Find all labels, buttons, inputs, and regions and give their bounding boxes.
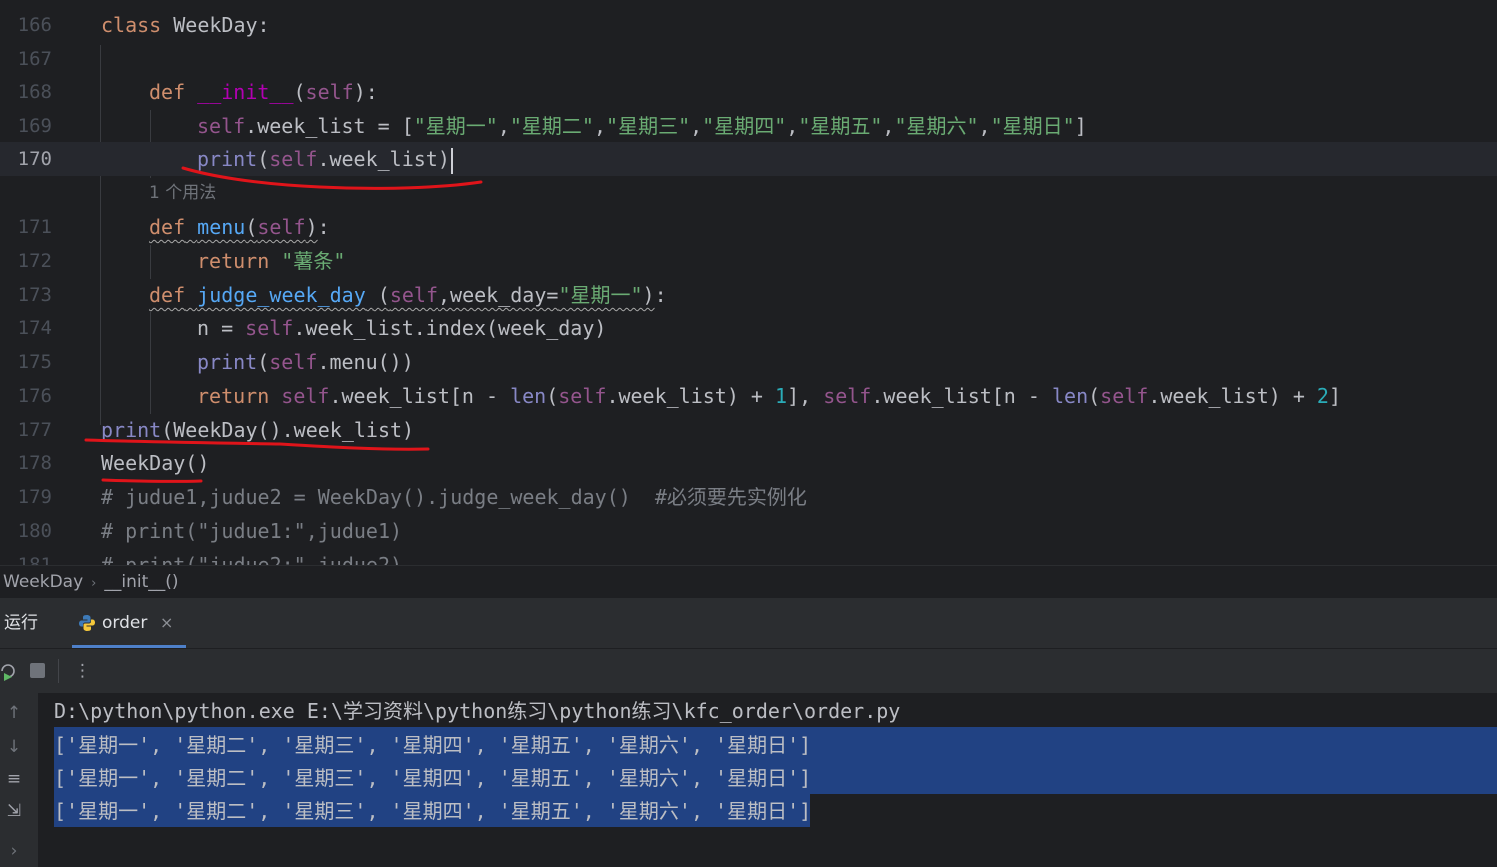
breadcrumb: WeekDay › __init__() [0, 565, 1497, 598]
line-number: 171 [17, 216, 52, 238]
code-line[interactable]: 175 print(self.menu()) [0, 345, 1497, 379]
code-line[interactable]: 172 return "薯条" [0, 244, 1497, 278]
console-output[interactable]: D:\python\python.exe E:\学习资料\python练习\py… [38, 693, 1497, 867]
code-line[interactable]: 180 # print("judue1:",judue1) [0, 514, 1497, 548]
soft-wrap-icon[interactable]: ≡ [4, 769, 24, 789]
line-number: 176 [17, 385, 52, 407]
scroll-down-icon[interactable]: ↓ [4, 737, 24, 757]
code-line[interactable]: 169 self.week_list = ["星期一","星期二","星期三",… [0, 109, 1497, 143]
code-line[interactable]: 179 # judue1,judue2 = WeekDay().judge_we… [0, 480, 1497, 514]
code-text: self.week_list = ["星期一","星期二","星期三","星期四… [197, 114, 1087, 138]
run-tab-label: order [102, 613, 148, 633]
stop-icon[interactable] [30, 663, 45, 678]
code-editor[interactable]: 166 class WeekDay: 167 168 def __init__(… [0, 0, 1497, 565]
code-comment: # print("judue1:",judue1) [101, 519, 403, 543]
scroll-up-icon[interactable]: ↑ [4, 703, 24, 723]
text-caret [450, 147, 453, 174]
line-number: 175 [17, 351, 52, 373]
console-line: ['星期一', '星期二', '星期三', '星期四', '星期五', '星期六… [54, 799, 812, 823]
scroll-to-end-icon[interactable]: ⇲ [4, 801, 24, 821]
code-comment: # print("judue2:",judue2) [101, 553, 403, 565]
line-number: 167 [17, 48, 52, 70]
code-text: return "薯条" [197, 249, 346, 273]
run-tab-order[interactable]: order × [72, 598, 186, 648]
console-line: D:\python\python.exe E:\学习资料\python练习\py… [54, 699, 901, 723]
code-line[interactable]: 171 def menu(self): [0, 210, 1497, 244]
python-icon [79, 615, 95, 631]
line-number: 178 [17, 452, 52, 474]
line-number: 173 [17, 284, 52, 306]
code-line[interactable]: 167 [0, 42, 1497, 76]
code-text: def __init__(self): [149, 80, 378, 104]
close-icon[interactable]: × [160, 598, 173, 648]
expand-icon[interactable]: › [4, 841, 24, 861]
code-text: print(WeekDay().week_list) [101, 418, 415, 442]
toolbar-divider [58, 659, 59, 683]
code-text: WeekDay() [101, 451, 210, 475]
line-number: 174 [17, 317, 52, 339]
run-tool-window-header: 运行 order × [0, 598, 1497, 649]
run-side-toolbar: ↑ ↓ ≡ ⇲ › [0, 693, 38, 867]
breadcrumb-item-method[interactable]: __init__() [104, 566, 178, 598]
code-line[interactable]: 177 print(WeekDay().week_list) [0, 413, 1497, 447]
code-line[interactable]: 173 def judge_week_day (self,week_day="星… [0, 278, 1497, 312]
line-number: 170 [17, 148, 52, 170]
active-tab-indicator [72, 645, 186, 648]
code-text: def menu(self): [149, 215, 330, 239]
line-number: 179 [17, 486, 52, 508]
line-number: 180 [17, 520, 52, 542]
more-icon[interactable]: ⋮ [74, 649, 91, 693]
code-line[interactable]: 174 n = self.week_list.index(week_day) [0, 311, 1497, 345]
console-line: ['星期一', '星期二', '星期三', '星期四', '星期五', '星期六… [54, 766, 812, 790]
breadcrumb-item-class[interactable]: WeekDay [3, 566, 83, 598]
code-text: print(self.menu()) [197, 350, 414, 374]
chevron-right-icon: › [91, 576, 97, 591]
code-line[interactable]: 178 WeekDay() [0, 446, 1497, 480]
code-line[interactable]: 176 return self.week_list[n - len(self.w… [0, 379, 1497, 413]
code-text: return self.week_list[n - len(self.week_… [197, 384, 1341, 408]
line-number: 177 [17, 419, 52, 441]
code-line[interactable]: 181 # print("judue2:",judue2) [0, 548, 1497, 565]
code-comment: # judue1,judue2 = WeekDay().judge_week_d… [101, 485, 807, 509]
line-number: 168 [17, 81, 52, 103]
code-line[interactable]: 168 def __init__(self): [0, 75, 1497, 109]
code-line-current[interactable]: 170 print(self.week_list) [0, 142, 1497, 176]
run-toolbar: ⋮ [0, 649, 1497, 693]
line-number: 181 [17, 554, 52, 565]
code-text: print(self.week_list) [197, 142, 453, 176]
line-number: 172 [17, 250, 52, 272]
rerun-icon[interactable] [0, 661, 16, 681]
code-text: n = self.week_list.index(week_day) [197, 316, 607, 340]
line-number: 169 [17, 115, 52, 137]
usage-hint[interactable]: 1 个用法 [149, 176, 216, 210]
code-text: class WeekDay: [101, 13, 270, 37]
code-line[interactable]: 166 class WeekDay: [0, 8, 1497, 42]
line-number: 166 [17, 14, 52, 36]
run-panel-title: 运行 [4, 613, 38, 633]
console-line: ['星期一', '星期二', '星期三', '星期四', '星期五', '星期六… [54, 733, 812, 757]
code-text: def judge_week_day (self,week_day="星期一")… [149, 283, 667, 307]
